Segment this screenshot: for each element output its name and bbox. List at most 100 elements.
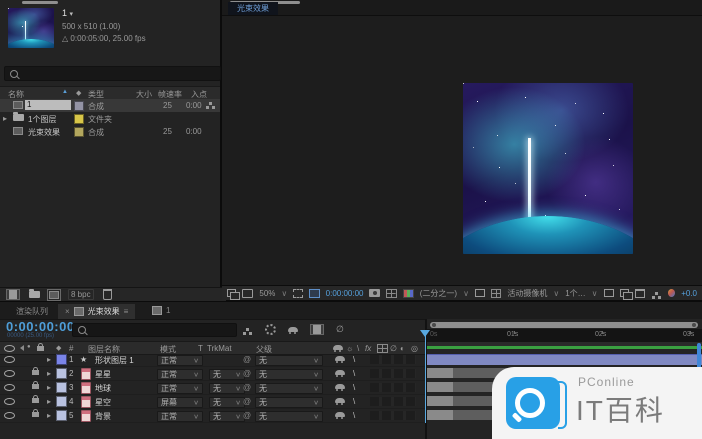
layer-row-1[interactable]: ▸ 1 ★ 形状图层 1 正常∨ @ 无∨ \ [0,353,425,367]
view-layout-grid-icon[interactable] [491,289,501,298]
fast-previews-icon[interactable] [475,289,485,297]
switch-wells[interactable] [370,383,416,392]
label-color-chip[interactable] [56,396,67,407]
switch-wells[interactable] [370,355,416,364]
audio-column-icon[interactable] [17,345,24,351]
fx-icon[interactable]: fx [365,344,371,353]
switch-wells[interactable] [370,369,416,378]
playhead-line[interactable] [425,330,426,423]
eye-icon[interactable] [4,370,15,377]
resolution-select[interactable]: (二分之一) [420,288,457,299]
trkmat-select[interactable]: 无∨ [209,411,245,422]
parent-pickwhip-icon[interactable]: @ [243,355,251,364]
project-bpc[interactable]: 8 bpc [68,289,94,300]
dropdown-icon[interactable]: ▾ [70,11,74,18]
new-composition-button[interactable] [49,291,59,299]
layer-row-3[interactable]: ▸ 3 地球 正常∨ 无∨ @ 无∨ \ [0,381,425,395]
number-column[interactable]: # [69,344,73,353]
eye-icon[interactable] [4,384,15,391]
quality-icon[interactable]: \ [353,383,355,392]
eye-icon[interactable] [4,412,15,419]
solo-column-icon[interactable]: ● [27,344,31,350]
label-color-chip[interactable] [56,354,67,365]
column-t[interactable]: T [198,344,203,353]
parent-select[interactable]: 无∨ [255,411,323,422]
eye-column-icon[interactable] [4,345,15,352]
motion-blur-icon[interactable]: ∅ [390,344,397,353]
adjust-exposure-icon[interactable] [668,289,675,297]
frame-blend-icon[interactable] [377,344,388,353]
trkmat-select[interactable]: 无∨ [209,369,245,380]
chevron-down-icon[interactable]: ∨ [553,289,559,298]
tab-comp-1[interactable]: 1 [152,306,170,315]
lock-icon[interactable] [32,398,39,403]
take-snapshot-icon[interactable] [369,289,380,297]
project-tools-icon[interactable] [635,289,645,298]
camera-select[interactable]: 活动摄像机 [507,288,547,299]
shy-icon[interactable] [335,398,345,403]
screen-icon[interactable] [242,289,253,298]
layer-bar-1[interactable] [427,354,702,365]
eye-icon[interactable] [4,398,15,405]
collapse-icon[interactable]: ☼ [346,344,353,353]
parent-select[interactable]: 无∨ [255,355,323,366]
layer-name[interactable]: 背景 [95,411,111,422]
lock-icon[interactable] [32,384,39,389]
3d-layer-icon[interactable]: ◎ [411,344,418,353]
twirl-icon[interactable]: ▸ [47,383,51,392]
hide-shy-layers-icon[interactable] [288,327,298,332]
twirl-icon[interactable]: ▸ [47,355,51,364]
panel-grip[interactable] [22,1,58,4]
frame-blend-icon[interactable] [310,324,324,335]
quality-icon[interactable]: \ [353,411,355,420]
shy-icon[interactable] [335,384,345,389]
draft-3d-icon[interactable] [265,324,276,335]
parent-select[interactable]: 无∨ [255,369,323,380]
composition-mini-flowchart-icon[interactable] [246,328,249,331]
parent-pickwhip-icon[interactable]: @ [243,369,251,378]
shy-icon[interactable] [333,345,343,350]
mode-select[interactable]: 正常∨ [157,383,203,394]
quality-icon[interactable]: \ [357,344,359,353]
parent-pickwhip-icon[interactable]: @ [243,397,251,406]
tab-render-queue[interactable]: 渲染队列 [16,306,48,317]
show-channel-icon[interactable] [403,289,414,298]
parent-select[interactable]: 无∨ [255,383,323,394]
viewer-tab[interactable]: 光束效果 [228,2,278,15]
toggle-mask-icon[interactable] [309,289,319,298]
chevron-down-icon[interactable]: ∨ [281,289,287,298]
chevron-down-icon[interactable]: ∨ [463,289,469,298]
motion-blur-icon[interactable]: ∅ [336,324,344,335]
layer-name[interactable]: 星星 [95,369,111,380]
twirl-icon[interactable]: ▸ [47,397,51,406]
switch-wells[interactable] [370,397,416,406]
trkmat-select[interactable]: 无∨ [209,397,245,408]
label-color-chip[interactable] [74,101,84,111]
trkmat-select[interactable]: 无∨ [209,383,245,394]
shy-icon[interactable] [335,356,345,361]
project-row-comp[interactable]: 光束效果 合成 25 0:00 [0,125,220,138]
label-column-icon[interactable]: ◆ [56,344,61,352]
composition-image[interactable] [463,83,633,254]
tab-beam-effect[interactable]: × 光束效果 ≡ [58,304,135,319]
layer-row-5[interactable]: ▸ 5 背景 正常∨ 无∨ @ 无∨ \ [0,409,425,423]
panel-menu-icon[interactable]: ≡ [124,307,129,316]
twirl-icon[interactable]: ▸ [47,411,51,420]
layer-row-2[interactable]: ▸ 2 星星 正常∨ 无∨ @ 无∨ \ [0,367,425,381]
project-search-input[interactable] [4,66,221,81]
layer-name[interactable]: 地球 [95,383,111,394]
snapshot-icon[interactable] [227,289,236,297]
preview-timecode[interactable]: 0:00:00:00 [326,289,364,298]
shy-icon[interactable] [335,370,345,375]
flowchart-icon[interactable] [209,102,212,105]
mode-select[interactable]: 正常∨ [157,411,203,422]
time-ruler[interactable]: 0s 01s 02s 03s [427,329,702,343]
parent-pickwhip-icon[interactable]: @ [243,411,251,420]
item-name[interactable]: 1 [25,100,71,110]
region-of-interest-icon[interactable] [293,289,303,298]
chevron-down-icon[interactable]: ∨ [592,289,598,298]
trash-icon[interactable] [103,289,112,300]
grid-guides-icon[interactable] [386,289,396,298]
adjustment-layer-icon[interactable]: ◐ [400,344,405,353]
label-color-chip[interactable] [74,114,84,124]
